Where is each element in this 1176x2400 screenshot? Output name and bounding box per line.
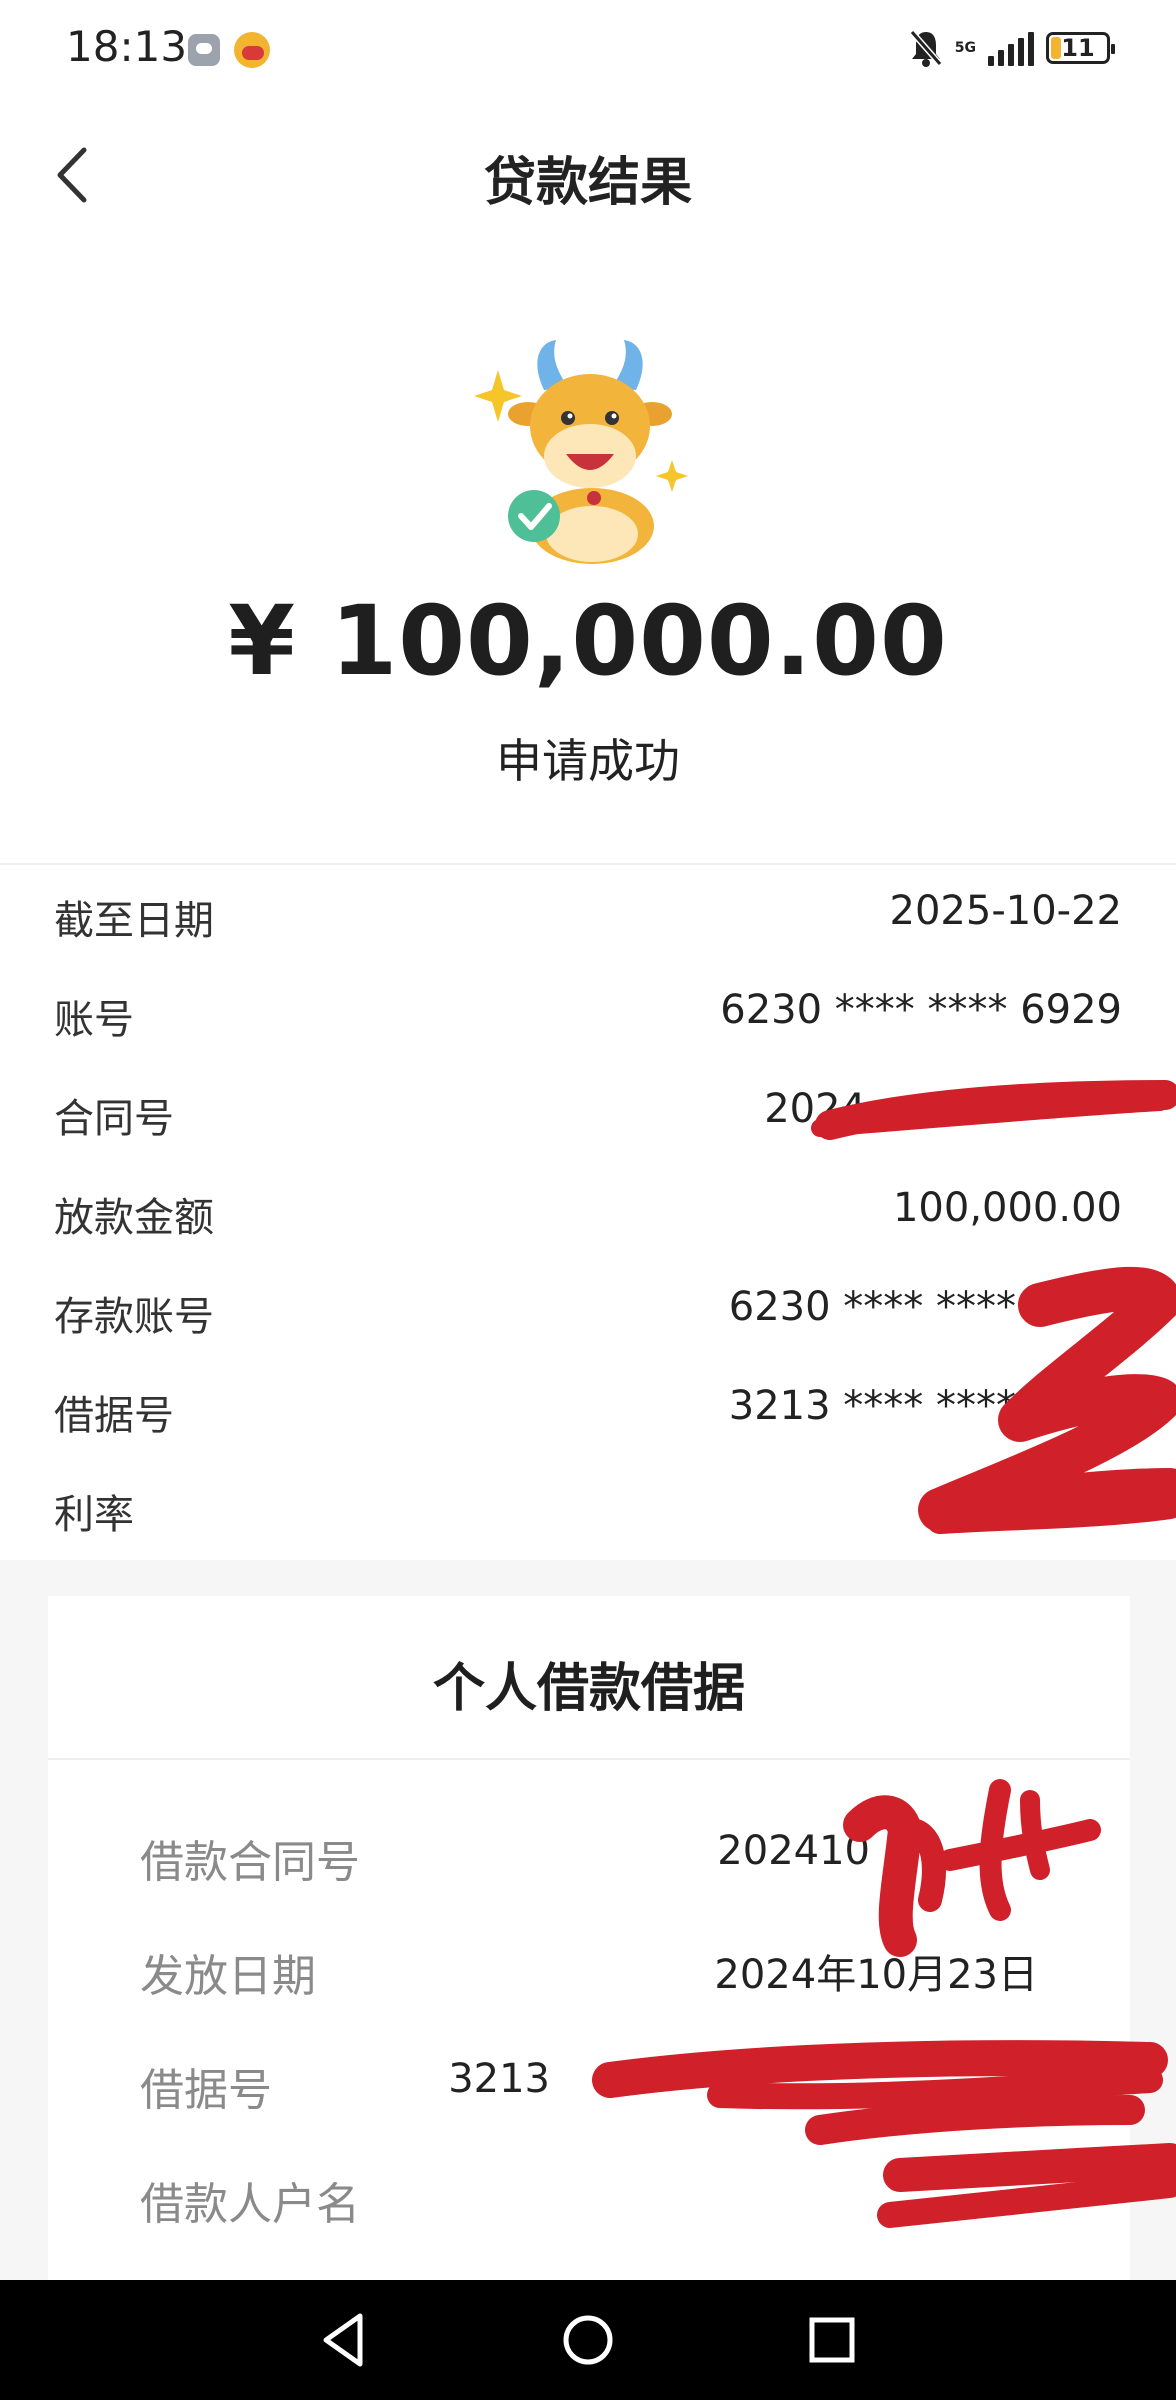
detail-row-contract-no: 合同号 2024	[0, 1064, 1176, 1163]
status-time: 18:13	[66, 22, 188, 71]
receipt-row-receipt-no: 借据号 3213	[48, 2026, 1130, 2140]
detail-row-account: 账号 6230 **** **** 6929	[0, 965, 1176, 1064]
application-status: 申请成功	[496, 734, 680, 788]
app-notification-icon	[234, 32, 270, 68]
receipt-value: 202410	[717, 1828, 870, 1874]
signal-icon	[988, 30, 1034, 66]
detail-row-due-date: 截至日期 2025-10-22	[0, 866, 1176, 965]
loan-receipt-card: 个人借款借据 借款合同号 202410 发放日期 2024年10月23日 借据号…	[48, 1596, 1130, 2296]
loan-amount: ¥ 100,000.00	[228, 585, 948, 697]
page-title: 贷款结果	[483, 153, 692, 213]
home-circle-icon	[563, 2315, 613, 2365]
detail-label: 账号	[54, 997, 134, 1043]
divider	[48, 1758, 1130, 1760]
detail-label: 截至日期	[54, 898, 214, 944]
message-app-icon	[188, 34, 220, 66]
detail-row-disbursed-amount: 放款金额 100,000.00	[0, 1163, 1176, 1262]
system-nav-bar	[0, 2280, 1176, 2400]
system-back-button[interactable]	[306, 2302, 382, 2378]
detail-value: 2025-10-22	[889, 888, 1122, 934]
network-type: 5G	[954, 40, 976, 56]
back-triangle-icon	[323, 2313, 363, 2367]
system-recents-button[interactable]	[794, 2302, 870, 2378]
receipt-label: 发放日期	[140, 1951, 316, 2002]
detail-label: 存款账号	[54, 1294, 214, 1340]
detail-label: 放款金额	[54, 1195, 214, 1241]
receipt-label: 借款合同号	[140, 1837, 360, 1888]
detail-value: 6230 **** ****	[728, 1284, 1016, 1330]
receipt-row-contract-no: 借款合同号 202410	[48, 1798, 1130, 1912]
divider	[0, 863, 1176, 865]
detail-row-deposit-account: 存款账号 6230 **** ****	[0, 1262, 1176, 1361]
loan-details: 截至日期 2025-10-22 账号 6230 **** **** 6929 合…	[0, 866, 1176, 1560]
recents-square-icon	[809, 2317, 855, 2363]
receipt-label: 借据号	[140, 2065, 272, 2116]
receipt-label: 借款人户名	[140, 2179, 360, 2230]
mascot-ox-check-icon	[470, 330, 710, 570]
system-home-button[interactable]	[550, 2302, 626, 2378]
receipt-title: 个人借款借据	[432, 1659, 745, 1719]
status-indicators: 5G 11	[909, 28, 1115, 68]
receipt-row-issue-date: 发放日期 2024年10月23日	[48, 1912, 1130, 2026]
receipt-value: 3213	[448, 2056, 550, 2102]
detail-label: 利率	[54, 1492, 134, 1538]
bell-off-icon	[909, 28, 943, 68]
detail-label: 合同号	[54, 1096, 174, 1142]
status-bar: 18:13 5G 11	[0, 0, 1176, 100]
detail-value: 3213 **** ****	[728, 1383, 1016, 1429]
detail-value: 100,000.00	[892, 1185, 1122, 1231]
detail-row-interest-rate: 利率	[0, 1460, 1176, 1559]
detail-value: 2024	[764, 1086, 866, 1132]
detail-label: 借据号	[54, 1393, 174, 1439]
battery-level: 11	[1061, 34, 1095, 62]
receipt-row-borrower-name: 借款人户名	[48, 2140, 1130, 2254]
receipt-value: 2024年10月23日	[714, 1952, 1038, 1998]
detail-value: 6230 **** **** 6929	[720, 987, 1122, 1033]
detail-row-loan-receipt-no: 借据号 3213 **** ****	[0, 1361, 1176, 1460]
battery-icon: 11	[1046, 32, 1115, 64]
